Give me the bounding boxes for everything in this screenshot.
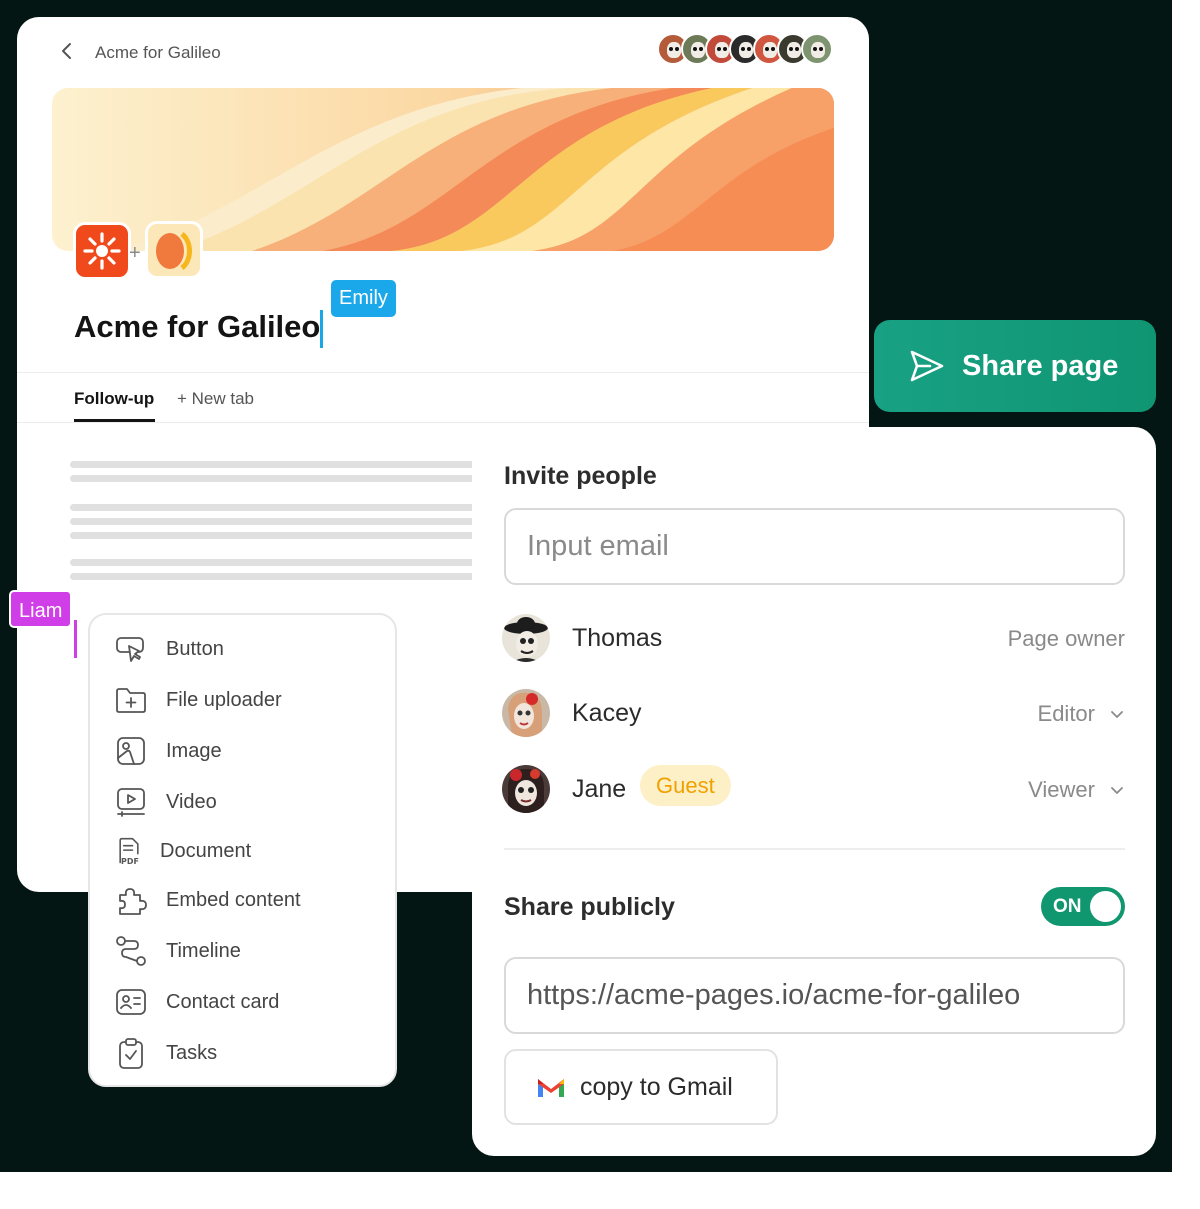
role-label: Page owner: [1008, 626, 1125, 652]
person-row-thomas: Thomas Page owner: [502, 614, 1125, 664]
divider: [17, 372, 869, 373]
menu-item-label: Tasks: [166, 1041, 218, 1064]
image-icon: [117, 737, 145, 765]
share-publicly-toggle[interactable]: ON: [1041, 887, 1125, 926]
toggle-knob: [1090, 891, 1121, 922]
gmail-icon: [538, 1079, 564, 1097]
person-name: Kacey: [572, 699, 642, 727]
text-placeholder-line: [70, 573, 480, 580]
galileo-logo: [145, 221, 203, 279]
contact-card-icon: [116, 989, 146, 1015]
collaborator-avatars[interactable]: [657, 33, 833, 67]
avatar[interactable]: [801, 33, 833, 65]
menu-item-label: Image: [166, 739, 222, 762]
email-input[interactable]: [504, 508, 1125, 585]
person-row-jane: Jane Guest Viewer: [502, 765, 1125, 815]
role-text: Page owner: [1007, 626, 1125, 651]
sun-icon: [83, 232, 121, 270]
liam-cursor-tag: Liam: [9, 590, 73, 628]
puzzle-icon: [119, 888, 147, 915]
menu-item-label: Button: [166, 637, 224, 660]
toggle-label: ON: [1053, 896, 1082, 917]
send-icon: [910, 350, 944, 382]
role-text: Editor: [1037, 701, 1095, 726]
copy-to-gmail-label: copy to Gmail: [580, 1072, 733, 1101]
divider: [17, 422, 869, 423]
person-name: Thomas: [572, 624, 663, 652]
menu-item-embed-content[interactable]: Embed content: [114, 880, 301, 920]
menu-item-image[interactable]: Image: [114, 731, 222, 771]
chevron-left-icon[interactable]: [57, 41, 77, 61]
menu-item-label: Timeline: [166, 939, 241, 962]
share-publicly-heading: Share publicly: [504, 893, 675, 921]
text-placeholder-line: [70, 518, 480, 525]
text-placeholder-line: [70, 461, 480, 468]
role-dropdown[interactable]: Editor: [1038, 701, 1125, 727]
invite-people-heading: Invite people: [504, 462, 657, 490]
breadcrumb[interactable]: Acme for Galileo: [95, 43, 221, 63]
menu-item-contact-card[interactable]: Contact card: [114, 982, 279, 1022]
page-title[interactable]: Acme for Galileo: [74, 309, 320, 345]
avatar: [502, 614, 550, 662]
avatar: [502, 765, 550, 813]
guest-badge: Guest: [640, 765, 731, 806]
menu-item-label: File uploader: [166, 688, 282, 711]
share-panel: Invite people Thomas Page owner: [472, 427, 1156, 1156]
text-placeholder-line: [70, 532, 480, 539]
menu-item-timeline[interactable]: Timeline: [114, 931, 241, 971]
timeline-icon: [116, 936, 146, 966]
menu-item-file-uploader[interactable]: File uploader: [114, 680, 282, 720]
avatar: [502, 689, 550, 737]
emily-cursor-tag: Emily: [331, 280, 396, 317]
person-name: Jane: [572, 775, 627, 803]
copy-to-gmail-button[interactable]: copy to Gmail: [504, 1049, 778, 1125]
divider: [504, 848, 1125, 850]
public-url-field[interactable]: https://acme-pages.io/acme-for-galileo: [504, 957, 1125, 1034]
menu-item-label: Contact card: [166, 990, 280, 1013]
menu-item-label: Document: [160, 839, 252, 862]
menu-item-video[interactable]: Video: [114, 782, 217, 822]
chevron-down-icon: [1111, 787, 1123, 794]
top-bar: Acme for Galileo: [17, 17, 869, 89]
new-tab-button[interactable]: + New tab: [177, 389, 254, 409]
emily-cursor-caret: [320, 310, 323, 348]
svg-text:PDF: PDF: [121, 857, 139, 866]
role-text: Viewer: [1028, 777, 1095, 802]
pdf-document-icon: PDF: [119, 837, 139, 866]
liam-cursor-caret: [74, 620, 77, 658]
share-page-label: Share page: [962, 349, 1119, 382]
folder-plus-icon: [116, 688, 146, 713]
chevron-down-icon: [1111, 711, 1123, 718]
text-placeholder-line: [70, 475, 480, 482]
clipboard-check-icon: [119, 1038, 143, 1069]
menu-item-label: Embed content: [166, 888, 301, 911]
video-icon: [117, 788, 145, 817]
text-placeholder-line: [70, 559, 480, 566]
share-page-button[interactable]: Share page: [874, 320, 1156, 412]
menu-item-document[interactable]: PDF Document: [114, 831, 251, 871]
menu-item-label: Video: [166, 790, 217, 813]
role-dropdown[interactable]: Viewer: [1028, 777, 1125, 803]
text-placeholder-line: [70, 504, 480, 511]
acme-logo: [73, 222, 131, 280]
person-row-kacey: Kacey Editor: [502, 689, 1125, 739]
menu-item-tasks[interactable]: Tasks: [114, 1033, 217, 1073]
cursor-click-icon: [116, 637, 144, 662]
block-insert-menu: Button File uploader Image Video PDF Doc…: [88, 613, 397, 1087]
menu-item-button[interactable]: Button: [114, 629, 224, 669]
plus-icon: +: [129, 242, 141, 264]
tab-follow-up[interactable]: Follow-up: [74, 389, 154, 409]
